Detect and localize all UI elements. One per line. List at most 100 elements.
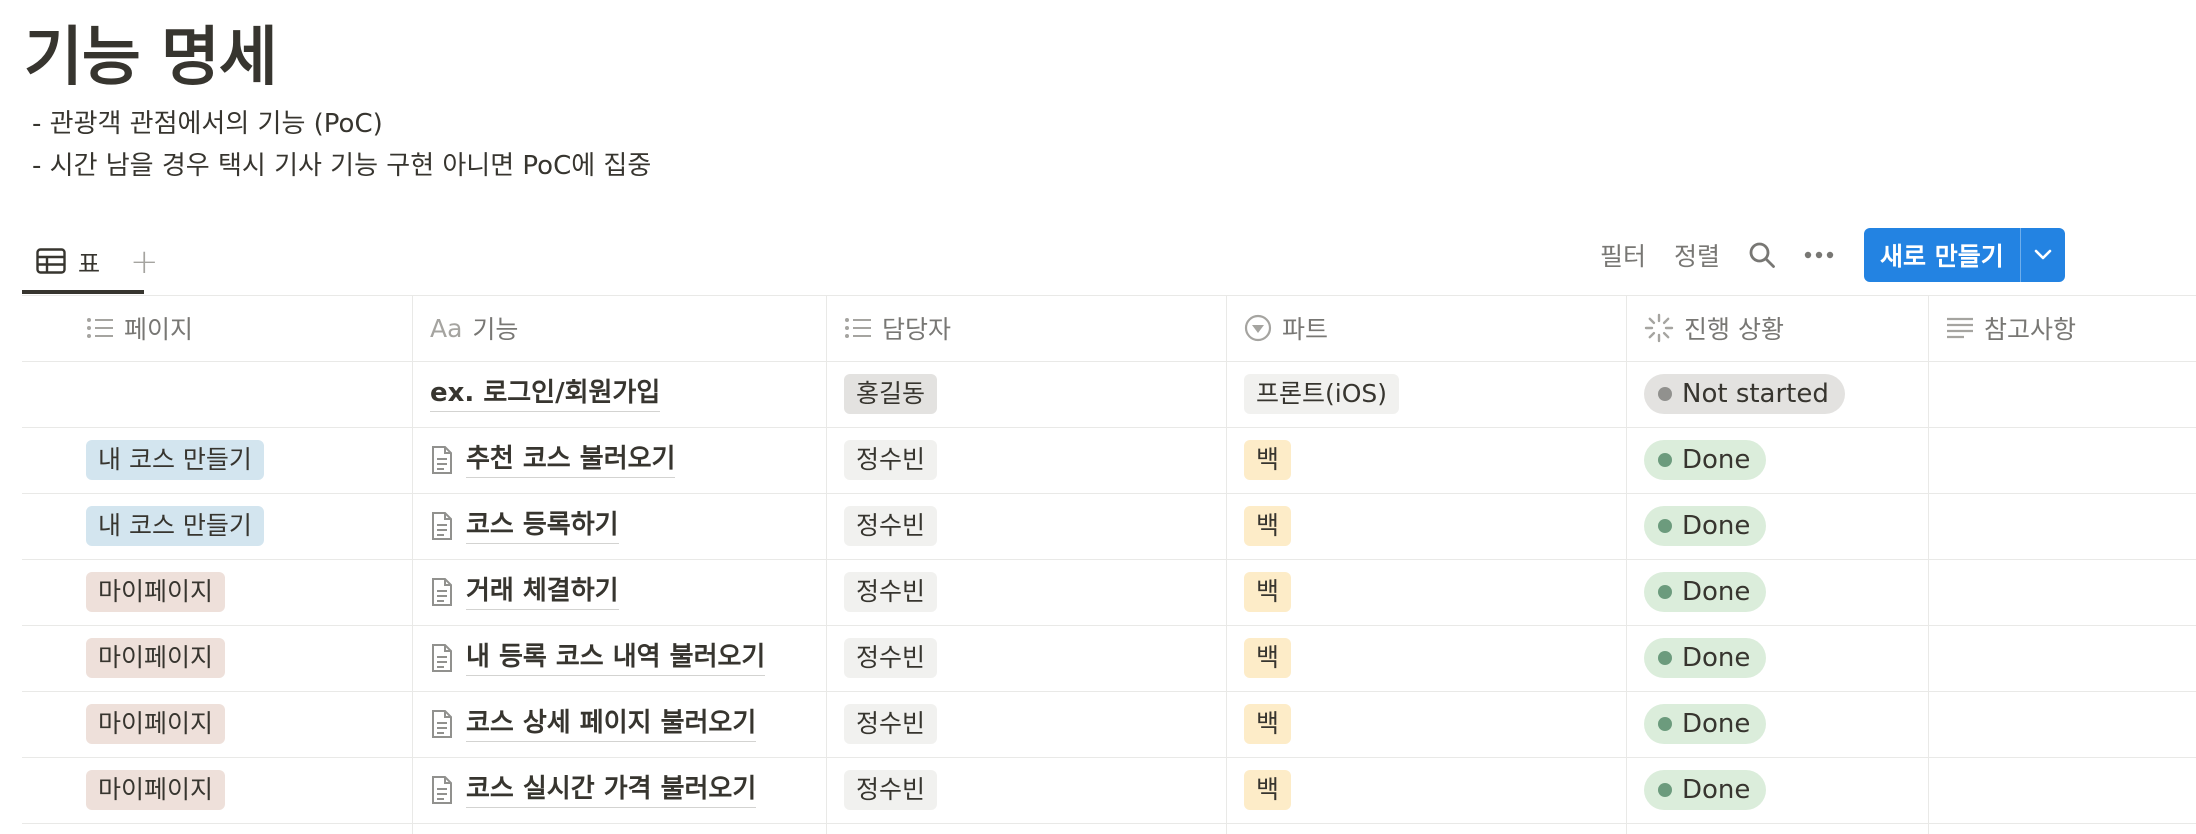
cell-part[interactable]: 백	[1244, 493, 1292, 559]
cell-feature[interactable]: 코스 등록하기	[430, 493, 619, 559]
sort-button[interactable]: 정렬	[1674, 237, 1720, 273]
table-row[interactable]: 마이페이지 코스 실시간 가격 불러오기 정수빈 백 Done	[22, 757, 2196, 823]
page-tag[interactable]: 마이페이지	[86, 638, 226, 678]
new-button[interactable]: 새로 만들기	[1864, 228, 2065, 282]
cell-owner[interactable]: 정수빈	[844, 493, 938, 559]
part-tag[interactable]: 백	[1244, 638, 1292, 678]
status-badge[interactable]: Done	[1644, 440, 1767, 480]
part-tag[interactable]: 백	[1244, 506, 1292, 546]
owner-tag[interactable]: 정수빈	[844, 770, 938, 810]
cell-owner[interactable]: 정수빈	[844, 757, 938, 823]
feature-title[interactable]: 코스 등록하기	[466, 509, 619, 544]
cell-part[interactable]: 백	[1244, 691, 1292, 757]
column-header-page[interactable]: 페이지	[86, 295, 193, 361]
page-tag[interactable]: 마이페이지	[86, 572, 226, 612]
feature-title[interactable]: ex. 로그인/회원가입	[430, 377, 661, 412]
cell-feature[interactable]: 내 등록 코스 내역 불러오기	[430, 625, 766, 691]
search-icon[interactable]	[1748, 241, 1776, 269]
cell-feature[interactable]: 추천 코스 불러오기	[430, 427, 676, 493]
feature-title[interactable]: 코스 상세 페이지 불러오기	[466, 707, 757, 742]
table-row[interactable]: 마이페이지 내 등록 코스 내역 불러오기 정수빈 백 Done	[22, 625, 2196, 691]
part-tag[interactable]: 백	[1244, 770, 1292, 810]
filter-button[interactable]: 필터	[1600, 237, 1646, 273]
part-tag[interactable]: 백	[1244, 704, 1292, 744]
cell-part[interactable]: 백	[1244, 427, 1292, 493]
table-row[interactable]: 마이페이지 코스 상세 페이지 불러오기 정수빈 백 Done	[22, 691, 2196, 757]
cell-status[interactable]: Done	[1644, 493, 1767, 559]
cell-notes[interactable]	[1946, 559, 2196, 625]
cell-status[interactable]: Done	[1644, 625, 1767, 691]
cell-page[interactable]: 마이페이지	[86, 625, 226, 691]
cell-notes[interactable]	[1946, 625, 2196, 691]
column-header-owner[interactable]: 담당자	[844, 295, 951, 361]
cell-notes[interactable]	[1946, 691, 2196, 757]
table-row[interactable]: ex. 로그인/회원가입 홍길동 프론트(iOS) Not started	[22, 361, 2196, 427]
table-row[interactable]: 마이페이지 거래 체결하기 정수빈 백 Done	[22, 559, 2196, 625]
status-badge[interactable]: Not started	[1644, 374, 1845, 414]
owner-tag[interactable]: 정수빈	[844, 506, 938, 546]
table-row[interactable]: 내 코스 만들기 추천 코스 불러오기 정수빈 백 Done	[22, 427, 2196, 493]
part-tag[interactable]: 백	[1244, 572, 1292, 612]
cell-page[interactable]: 마이페이지	[86, 757, 226, 823]
cell-status[interactable]: Done	[1644, 427, 1767, 493]
add-view-button[interactable]: +	[130, 242, 159, 282]
part-tag[interactable]: 백	[1244, 440, 1292, 480]
cell-status[interactable]: Done	[1644, 757, 1767, 823]
column-header-notes[interactable]: 참고사항	[1946, 295, 2076, 361]
cell-feature[interactable]: 거래 체결하기	[430, 559, 619, 625]
cell-owner[interactable]: 정수빈	[844, 427, 938, 493]
status-badge[interactable]: Done	[1644, 506, 1767, 546]
tab-table-view[interactable]: 표	[22, 228, 144, 294]
cell-part[interactable]: 백	[1244, 757, 1292, 823]
page-description-line[interactable]: - 시간 남을 경우 택시 기사 기능 구현 아니면 PoC에 집중	[32, 145, 651, 182]
page-description-line[interactable]: - 관광객 관점에서의 기능 (PoC)	[32, 103, 383, 140]
owner-tag[interactable]: 홍길동	[844, 374, 938, 414]
feature-title[interactable]: 거래 체결하기	[466, 575, 619, 610]
status-badge[interactable]: Done	[1644, 572, 1767, 612]
column-header-status[interactable]: 진행 상황	[1644, 295, 1784, 361]
table-row[interactable]: 내 코스 만들기 코스 등록하기 정수빈 백 Done	[22, 493, 2196, 559]
cell-notes[interactable]	[1946, 493, 2196, 559]
cell-owner[interactable]: 정수빈	[844, 559, 938, 625]
cell-status[interactable]: Done	[1644, 691, 1767, 757]
cell-feature[interactable]: 코스 상세 페이지 불러오기	[430, 691, 757, 757]
cell-status[interactable]: Done	[1644, 559, 1767, 625]
owner-tag[interactable]: 정수빈	[844, 572, 938, 612]
cell-part[interactable]: 프론트(iOS)	[1244, 361, 1399, 427]
cell-notes[interactable]	[1946, 757, 2196, 823]
column-header-feature[interactable]: Aa 기능	[430, 295, 518, 361]
cell-page[interactable]: 내 코스 만들기	[86, 493, 264, 559]
feature-title[interactable]: 내 등록 코스 내역 불러오기	[466, 641, 766, 676]
cell-feature[interactable]: 코스 실시간 가격 불러오기	[430, 757, 757, 823]
cell-owner[interactable]: 정수빈	[844, 625, 938, 691]
page-title[interactable]: 기능 명세	[24, 6, 278, 98]
more-options-icon[interactable]	[1804, 251, 1834, 259]
feature-title[interactable]: 코스 실시간 가격 불러오기	[466, 773, 757, 808]
cell-part[interactable]: 백	[1244, 559, 1292, 625]
part-tag[interactable]: 프론트(iOS)	[1244, 374, 1399, 414]
cell-notes[interactable]	[1946, 361, 2196, 427]
cell-feature[interactable]: ex. 로그인/회원가입	[430, 361, 661, 427]
status-badge[interactable]: Done	[1644, 704, 1767, 744]
cell-page[interactable]: 내 코스 만들기	[86, 427, 264, 493]
cell-owner[interactable]: 홍길동	[844, 361, 938, 427]
cell-status[interactable]: Not started	[1644, 361, 1845, 427]
owner-tag[interactable]: 정수빈	[844, 704, 938, 744]
page-tag[interactable]: 마이페이지	[86, 704, 226, 744]
feature-title[interactable]: 추천 코스 불러오기	[466, 443, 676, 478]
cell-page[interactable]: 마이페이지	[86, 691, 226, 757]
cell-part[interactable]: 백	[1244, 625, 1292, 691]
cell-notes[interactable]	[1946, 427, 2196, 493]
new-button-label[interactable]: 새로 만들기	[1864, 228, 2021, 282]
page-tag[interactable]: 내 코스 만들기	[86, 506, 264, 546]
chevron-down-icon[interactable]	[2021, 228, 2065, 282]
status-badge[interactable]: Done	[1644, 770, 1767, 810]
cell-owner[interactable]: 정수빈	[844, 691, 938, 757]
owner-tag[interactable]: 정수빈	[844, 440, 938, 480]
column-header-part[interactable]: 파트	[1244, 295, 1328, 361]
owner-tag[interactable]: 정수빈	[844, 638, 938, 678]
status-badge[interactable]: Done	[1644, 638, 1767, 678]
cell-page[interactable]: 마이페이지	[86, 559, 226, 625]
page-tag[interactable]: 내 코스 만들기	[86, 440, 264, 480]
page-tag[interactable]: 마이페이지	[86, 770, 226, 810]
